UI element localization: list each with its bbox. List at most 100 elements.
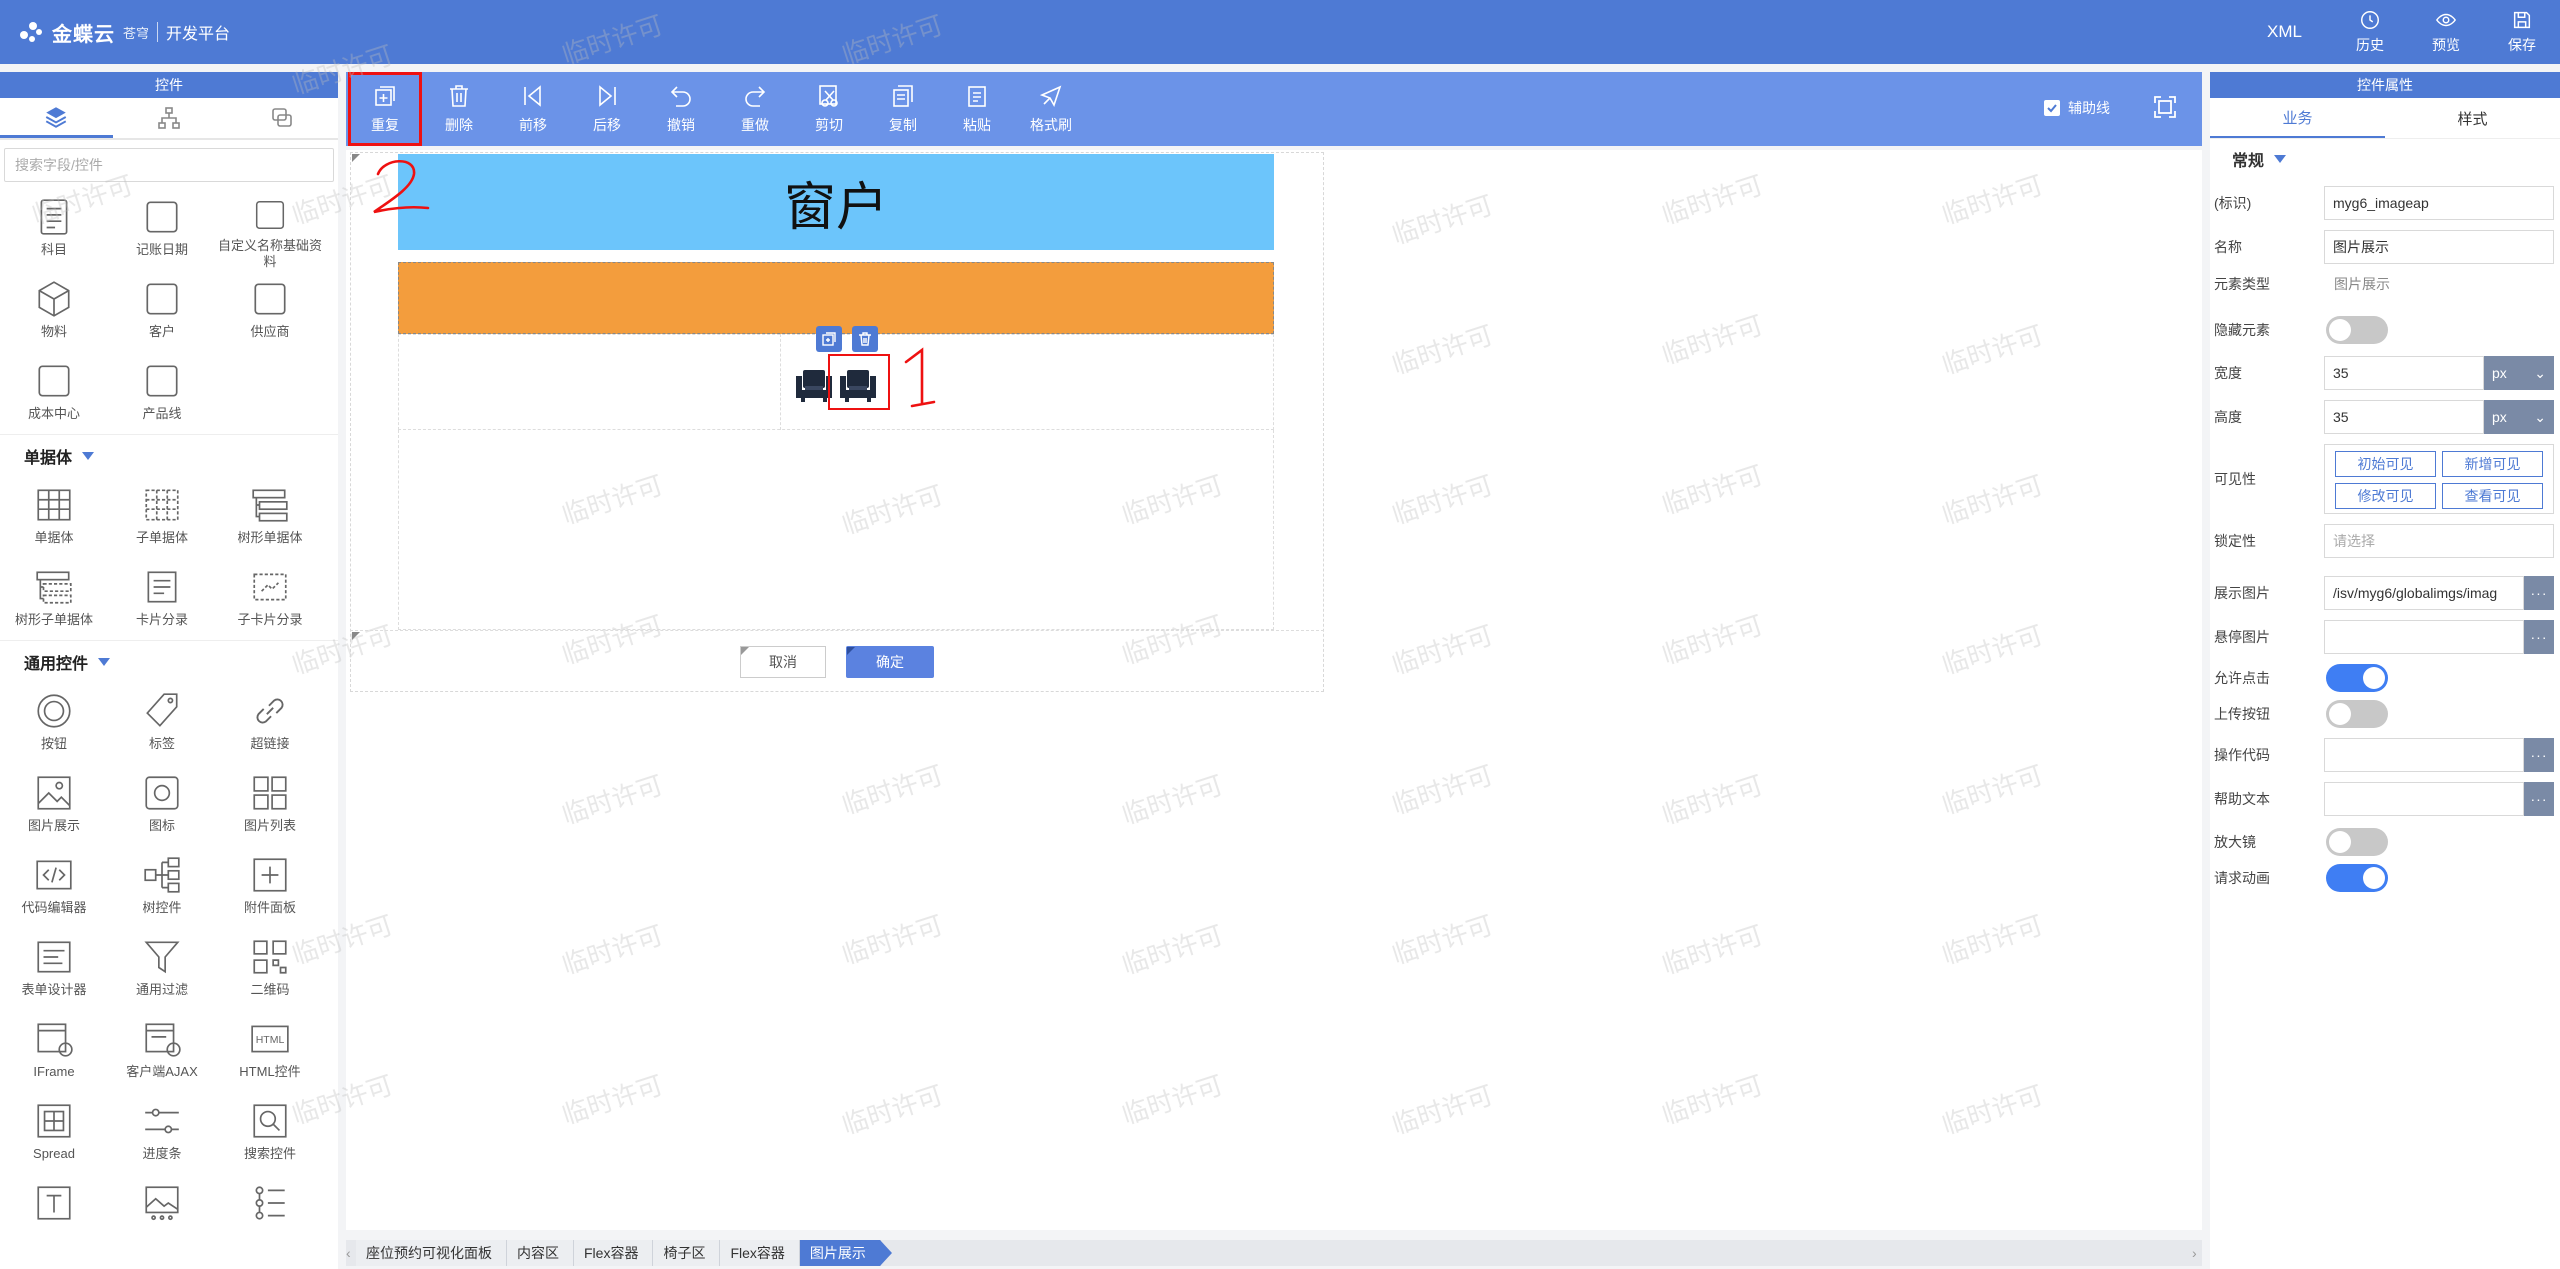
tab-outline[interactable] — [113, 98, 226, 138]
control-item[interactable]: 客户 — [108, 270, 216, 352]
save-button[interactable]: 保存 — [2484, 9, 2560, 55]
control-item[interactable]: 超链接 — [216, 682, 324, 764]
control-item[interactable]: 记账日期 — [108, 188, 216, 270]
control-item[interactable] — [108, 1174, 216, 1256]
move-back-button[interactable]: 后移 — [570, 72, 644, 146]
preview-button[interactable]: 预览 — [2408, 9, 2484, 55]
breadcrumb-scroll-left[interactable]: ‹ — [346, 1245, 356, 1261]
tab-style[interactable]: 样式 — [2385, 98, 2560, 138]
height-unit-select[interactable]: px ⌄ — [2484, 400, 2554, 434]
visibility-chip[interactable]: 初始可见 — [2335, 451, 2436, 477]
visibility-chip[interactable]: 新增可见 — [2442, 451, 2543, 477]
content-area[interactable] — [398, 430, 1274, 630]
control-item[interactable]: 按钮 — [0, 682, 108, 764]
delete-button[interactable]: 删除 — [422, 72, 496, 146]
control-item[interactable]: 图片列表 — [216, 764, 324, 846]
section-common[interactable]: 通用控件 — [0, 640, 338, 682]
breadcrumb-scroll-right[interactable]: › — [2192, 1245, 2202, 1261]
width-input[interactable]: 35 — [2324, 356, 2484, 390]
breadcrumb-item-current[interactable]: 图片展示 — [799, 1240, 892, 1266]
control-item[interactable] — [0, 1174, 108, 1256]
visibility-chip[interactable]: 修改可见 — [2335, 483, 2436, 509]
section-entry[interactable]: 单据体 — [0, 434, 338, 476]
animation-toggle[interactable] — [2326, 864, 2388, 892]
control-item[interactable]: 搜索控件 — [216, 1092, 324, 1174]
quick-delete-button[interactable] — [852, 326, 878, 352]
control-item[interactable]: 单据体 — [0, 476, 108, 558]
control-search-input[interactable] — [4, 148, 334, 182]
group-general[interactable]: 常规 — [2210, 138, 2560, 178]
control-item[interactable]: 子卡片分录 — [216, 558, 324, 640]
control-item[interactable]: 树控件 — [108, 846, 216, 928]
control-item[interactable]: 子单据体 — [108, 476, 216, 558]
xml-button[interactable]: XML — [2267, 22, 2302, 42]
control-item[interactable]: HTML HTML控件 — [216, 1010, 324, 1092]
quick-duplicate-button[interactable] — [816, 326, 842, 352]
control-item[interactable]: 图片展示 — [0, 764, 108, 846]
redo-button[interactable]: 重做 — [718, 72, 792, 146]
tab-controls[interactable] — [0, 98, 113, 138]
cancel-button[interactable]: 取消 — [740, 646, 826, 678]
control-item[interactable]: 自定义名称基础资料 — [216, 188, 324, 270]
help-browse-button[interactable]: ··· — [2524, 782, 2554, 816]
control-item[interactable]: 树形子单据体 — [0, 558, 108, 640]
copy-button[interactable]: 复制 — [866, 72, 940, 146]
hover-image-input[interactable] — [2324, 620, 2524, 654]
fullscreen-button[interactable] — [2152, 94, 2178, 123]
breadcrumb-item[interactable]: 座位预约可视化面板 — [356, 1240, 507, 1266]
guideline-toggle[interactable]: 辅助线 — [2044, 98, 2110, 118]
image-browse-button[interactable]: ··· — [2524, 576, 2554, 610]
history-button[interactable]: 历史 — [2332, 9, 2408, 55]
control-item[interactable]: 附件面板 — [216, 846, 324, 928]
width-unit-select[interactable]: px ⌄ — [2484, 356, 2554, 390]
control-item[interactable]: 成本中心 — [0, 352, 108, 434]
control-item[interactable]: 通用过滤 — [108, 928, 216, 1010]
window-header-block[interactable]: 窗户 — [398, 154, 1274, 250]
control-item[interactable]: 产品线 — [108, 352, 216, 434]
control-item[interactable]: 供应商 — [216, 270, 324, 352]
control-item[interactable]: 物料 — [0, 270, 108, 352]
breadcrumb-item[interactable]: 内容区 — [507, 1240, 574, 1266]
hover-browse-button[interactable]: ··· — [2524, 620, 2554, 654]
click-toggle[interactable] — [2326, 664, 2388, 692]
duplicate-button[interactable]: 重复 — [348, 72, 422, 146]
hidden-toggle[interactable] — [2326, 316, 2388, 344]
height-input[interactable]: 35 — [2324, 400, 2484, 434]
opcode-browse-button[interactable]: ··· — [2524, 738, 2554, 772]
prop-name-input[interactable]: 图片展示 — [2324, 230, 2554, 264]
help-input[interactable] — [2324, 782, 2524, 816]
control-item[interactable]: 进度条 — [108, 1092, 216, 1174]
control-item[interactable]: 卡片分录 — [108, 558, 216, 640]
control-item[interactable]: 图标 — [108, 764, 216, 846]
move-forward-button[interactable]: 前移 — [496, 72, 570, 146]
prop-id-input[interactable]: myg6_imageap — [2324, 186, 2554, 220]
visibility-chip[interactable]: 查看可见 — [2442, 483, 2543, 509]
control-item[interactable]: 树形单据体 — [216, 476, 324, 558]
breadcrumb-item[interactable]: 椅子区 — [653, 1240, 721, 1266]
format-painter-button[interactable]: 格式刷 — [1014, 72, 1088, 146]
tab-business[interactable]: 业务 — [2210, 98, 2385, 138]
opcode-input[interactable] — [2324, 738, 2524, 772]
control-item[interactable]: Spread — [0, 1092, 108, 1174]
control-item[interactable]: IFrame — [0, 1010, 108, 1092]
magnifier-toggle[interactable] — [2326, 828, 2388, 856]
control-item[interactable]: 科目 — [0, 188, 108, 270]
confirm-button[interactable]: 确定 — [846, 646, 934, 678]
orange-panel[interactable] — [398, 262, 1274, 334]
undo-button[interactable]: 撤销 — [644, 72, 718, 146]
paste-button[interactable]: 粘贴 — [940, 72, 1014, 146]
image-path-input[interactable]: /isv/myg6/globalimgs/imag — [2324, 576, 2524, 610]
control-item[interactable]: 标签 — [108, 682, 216, 764]
lock-select[interactable]: 请选择 — [2324, 524, 2554, 558]
cut-button[interactable]: 剪切 — [792, 72, 866, 146]
control-item[interactable]: 代码编辑器 — [0, 846, 108, 928]
tab-templates[interactable] — [225, 98, 338, 138]
cut-icon — [819, 85, 838, 107]
control-item[interactable]: 二维码 — [216, 928, 324, 1010]
control-item[interactable]: 表单设计器 — [0, 928, 108, 1010]
upload-toggle[interactable] — [2326, 700, 2388, 728]
breadcrumb-item[interactable]: Flex容器 — [720, 1240, 800, 1266]
control-item[interactable] — [216, 1174, 324, 1256]
control-item[interactable]: 客户端AJAX — [108, 1010, 216, 1092]
breadcrumb-item[interactable]: Flex容器 — [574, 1240, 654, 1266]
